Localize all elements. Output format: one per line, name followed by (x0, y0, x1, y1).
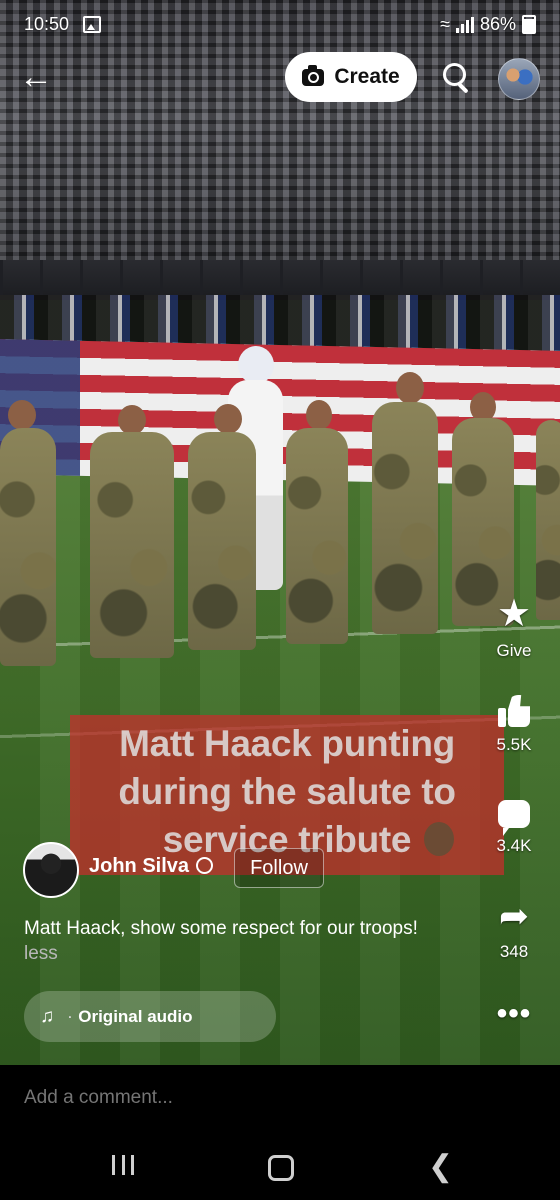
soldier (286, 428, 348, 644)
thumbs-up-icon (498, 695, 530, 727)
battery-icon (522, 15, 536, 34)
audio-separator: · (68, 1009, 73, 1024)
camera-icon (302, 64, 325, 86)
wifi-icon: ≈ (440, 14, 450, 34)
comment-bar (0, 1065, 560, 1135)
comment-button[interactable]: 3.4K (484, 800, 544, 856)
original-audio-button[interactable]: ♫ · Original audio (24, 991, 276, 1042)
soldier (0, 428, 56, 666)
share-button[interactable]: ➦ 348 (484, 898, 544, 962)
comment-icon (498, 800, 530, 836)
status-bar: 10:50 ≈ 86% (0, 8, 560, 40)
author-avatar[interactable] (23, 842, 79, 898)
system-nav-bar: ❮ (0, 1135, 560, 1200)
soldier-head (8, 400, 36, 430)
more-icon[interactable]: ••• (484, 997, 544, 1031)
less-link[interactable]: less (24, 943, 58, 964)
follow-button[interactable]: Follow (234, 848, 324, 888)
soldier (188, 432, 256, 650)
share-icon: ➦ (498, 895, 530, 936)
like-count: 5.5K (496, 735, 532, 754)
search-icon[interactable] (437, 58, 477, 98)
share-count: 348 (499, 942, 529, 961)
music-note-icon: ♫ (40, 1005, 55, 1027)
facepalm-emoji-icon (424, 822, 454, 856)
post-description[interactable]: Matt Haack, show some respect for our tr… (24, 916, 444, 966)
description-text: Matt Haack, show some respect for our tr… (24, 918, 418, 939)
soldier (372, 402, 438, 634)
signal-icon (455, 16, 474, 33)
soldier-head (306, 400, 332, 430)
soldier-head (396, 372, 424, 404)
profile-avatar[interactable] (498, 58, 540, 100)
give-button[interactable]: ★ Give (484, 595, 544, 661)
give-label: Give (496, 641, 532, 660)
like-button[interactable]: 5.5K (484, 695, 544, 755)
soldier-head (214, 404, 242, 434)
status-right: ≈ 86% (440, 14, 536, 35)
author-name[interactable]: John Silva (89, 855, 189, 878)
battery-percent: 86% (479, 14, 516, 34)
image-notification-icon (83, 16, 101, 33)
globe-icon (196, 857, 213, 874)
create-button[interactable]: Create (285, 52, 417, 102)
soldier (90, 432, 174, 658)
player-helmet (238, 346, 274, 384)
star-icon: ★ (496, 593, 532, 635)
create-label: Create (334, 65, 400, 88)
recents-icon[interactable] (112, 1155, 134, 1177)
home-icon[interactable] (268, 1155, 294, 1181)
nav-back-icon[interactable]: ❮ (428, 1149, 453, 1184)
soldier-head (118, 405, 146, 435)
status-time: 10:50 (24, 14, 70, 34)
stadium-railing (0, 260, 560, 300)
comment-input[interactable] (24, 1087, 424, 1109)
video-player[interactable] (0, 0, 560, 1065)
stadium-crowd (0, 0, 560, 300)
comment-count: 3.4K (496, 836, 532, 855)
back-arrow-icon[interactable]: ← (16, 58, 56, 98)
soldier (536, 420, 560, 620)
audio-label: Original audio (78, 1006, 193, 1026)
